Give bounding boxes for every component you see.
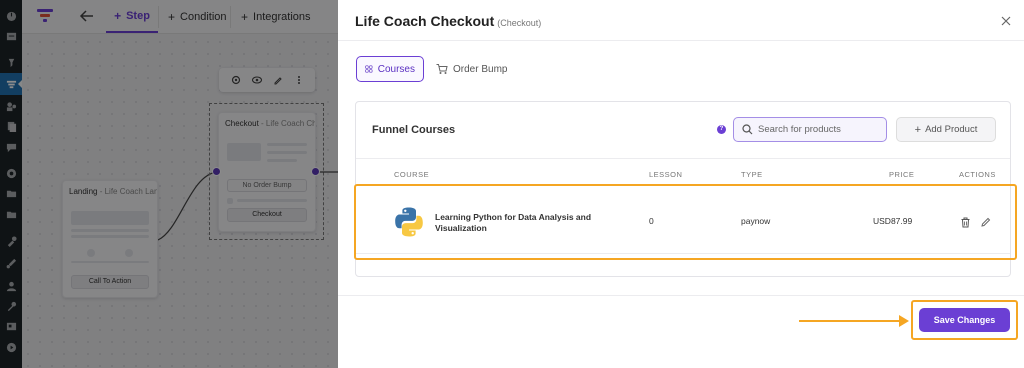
checkout-panel: Life Coach Checkout (Checkout) Courses Or… — [338, 0, 1024, 368]
search-icon — [742, 124, 753, 135]
grid-icon — [365, 65, 373, 73]
tab-courses[interactable]: Courses — [356, 56, 424, 82]
column-header-price: PRICE — [889, 170, 915, 179]
panel-title: Life Coach Checkout (Checkout) — [355, 13, 542, 29]
tab-order-bump[interactable]: Order Bump — [428, 56, 515, 82]
plus-icon: + — [914, 123, 922, 136]
column-header-lesson: LESSON — [649, 170, 683, 179]
modal-overlay[interactable] — [0, 0, 338, 368]
cart-icon — [436, 64, 448, 74]
highlight-course-row — [354, 184, 1017, 260]
card-title: Funnel Courses — [372, 124, 456, 136]
arrow-right-icon — [899, 315, 909, 327]
column-header-course: COURSE — [394, 170, 430, 179]
panel-subtitle: (Checkout) — [497, 18, 542, 28]
save-changes-button[interactable]: Save Changes — [919, 308, 1010, 332]
column-header-type: TYPE — [741, 170, 763, 179]
add-product-button[interactable]: + Add Product — [896, 117, 996, 142]
product-search[interactable] — [733, 117, 887, 142]
column-header-actions: ACTIONS — [959, 170, 996, 179]
help-icon[interactable]: ? — [717, 125, 726, 134]
annotation-arrow — [799, 320, 901, 322]
close-icon[interactable] — [1000, 14, 1012, 26]
search-input[interactable] — [758, 124, 878, 135]
